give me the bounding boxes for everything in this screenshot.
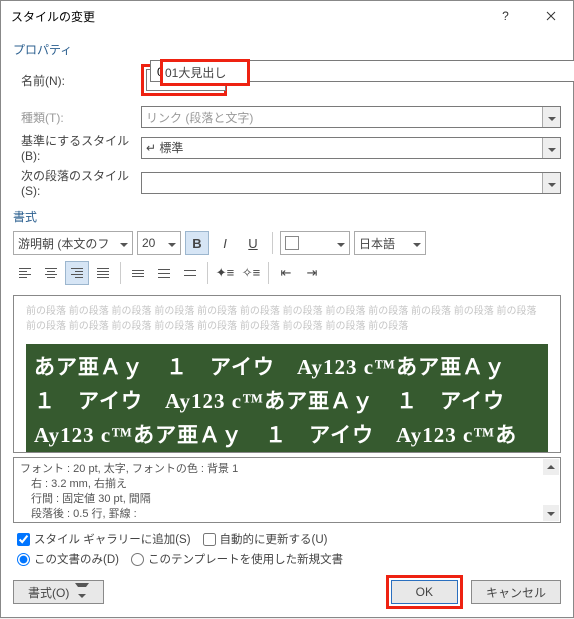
line-spacing-150-button[interactable] [152, 261, 176, 285]
underline-button[interactable]: U [241, 231, 265, 255]
paragraph-toolbar: ✦≡ ✧≡ ⇤ ⇥ [13, 261, 561, 285]
base-style-value: ↵ 標準 [146, 139, 183, 156]
font-size-combo[interactable]: 20 [137, 231, 181, 255]
font-color-combo[interactable] [280, 231, 350, 255]
chevron-down-icon[interactable] [542, 173, 560, 193]
add-to-gallery-checkbox[interactable]: スタイル ギャラリーに追加(S) [17, 531, 191, 547]
close-button[interactable] [528, 1, 573, 31]
align-left-button[interactable] [13, 261, 37, 285]
name-label: 名前(N): [13, 72, 141, 89]
align-justify-button[interactable] [91, 261, 115, 285]
desc-line-4: 段落後 : 0.5 行, 罫線 : [20, 507, 554, 522]
space-before-inc-button[interactable]: ✦≡ [213, 261, 237, 285]
template-radio[interactable]: このテンプレートを使用した新規文書 [131, 551, 343, 567]
name-value-visible: 01大見出し [165, 66, 226, 80]
desc-line-3: 行間 : 固定値 30 pt, 間隔 [20, 492, 554, 507]
italic-button[interactable]: I [213, 231, 237, 255]
desc-line-2: 右 : 3.2 mm, 右揃え [20, 477, 554, 492]
line-spacing-200-button[interactable] [178, 261, 202, 285]
type-combo: リンク (段落と文字) [141, 106, 561, 128]
language-combo[interactable]: 日本語 [354, 231, 426, 255]
next-style-combo[interactable] [141, 172, 561, 194]
dialog-window: スタイルの変更 ? プロパティ 名前(N): 01大見出し 種類(T): リンク… [0, 0, 574, 618]
type-label: 種類(T): [13, 109, 141, 126]
preview-prev-paragraph: 前の段落 前の段落 前の段落 前の段落 前の段落 前の段落 前の段落 前の段落 … [26, 304, 548, 334]
scroll-up-button[interactable] [543, 459, 559, 475]
section-format-label: 書式 [13, 208, 561, 225]
indent-dec-button[interactable]: ⇤ [274, 261, 298, 285]
ok-button[interactable]: OK [391, 580, 458, 604]
next-style-label: 次の段落のスタイル(S): [13, 167, 141, 198]
bold-button[interactable]: B [185, 231, 209, 255]
cancel-button[interactable]: キャンセル [471, 580, 561, 604]
indent-inc-button[interactable]: ⇥ [300, 261, 324, 285]
section-properties-label: プロパティ [13, 41, 561, 58]
scroll-down-button[interactable] [543, 505, 559, 521]
base-style-combo[interactable]: ↵ 標準 [141, 137, 561, 159]
style-preview: 前の段落 前の段落 前の段落 前の段落 前の段落 前の段落 前の段落 前の段落 … [13, 295, 561, 453]
color-swatch-icon [285, 236, 299, 250]
base-style-label: 基準にするスタイル(B): [13, 132, 141, 163]
titlebar: スタイルの変更 ? [1, 1, 573, 31]
type-value: リンク (段落と文字) [146, 109, 253, 126]
chevron-down-icon [75, 583, 89, 601]
font-toolbar: 游明朝 (本文のフ 20 B I U 日本語 [13, 231, 561, 255]
space-before-dec-button[interactable]: ✧≡ [239, 261, 263, 285]
format-button[interactable]: 書式(O) [13, 580, 104, 604]
window-title: スタイルの変更 [11, 8, 95, 25]
align-center-button[interactable] [39, 261, 63, 285]
line-spacing-100-button[interactable] [126, 261, 150, 285]
this-document-radio[interactable]: この文書のみ(D) [17, 551, 119, 567]
align-right-button[interactable] [65, 261, 89, 285]
content: プロパティ 名前(N): 01大見出し 種類(T): リンク (段落と文字) 基… [1, 31, 573, 619]
font-family-combo[interactable]: 游明朝 (本文のフ [13, 231, 133, 255]
desc-line-1: フォント : 20 pt, 太字, フォントの色 : 背景 1 [20, 462, 554, 477]
chevron-down-icon [542, 107, 560, 127]
help-button[interactable]: ? [483, 1, 528, 31]
auto-update-checkbox[interactable]: 自動的に更新する(U) [203, 531, 328, 547]
chevron-down-icon[interactable] [542, 138, 560, 158]
style-description: フォント : 20 pt, 太字, フォントの色 : 背景 1 右 : 3.2 … [13, 457, 561, 523]
preview-sample-text: あア亜Ａｙ １ アイウ Ay123 c™あア亜Ａｙ １ アイウ Ay123 c™… [26, 344, 548, 453]
